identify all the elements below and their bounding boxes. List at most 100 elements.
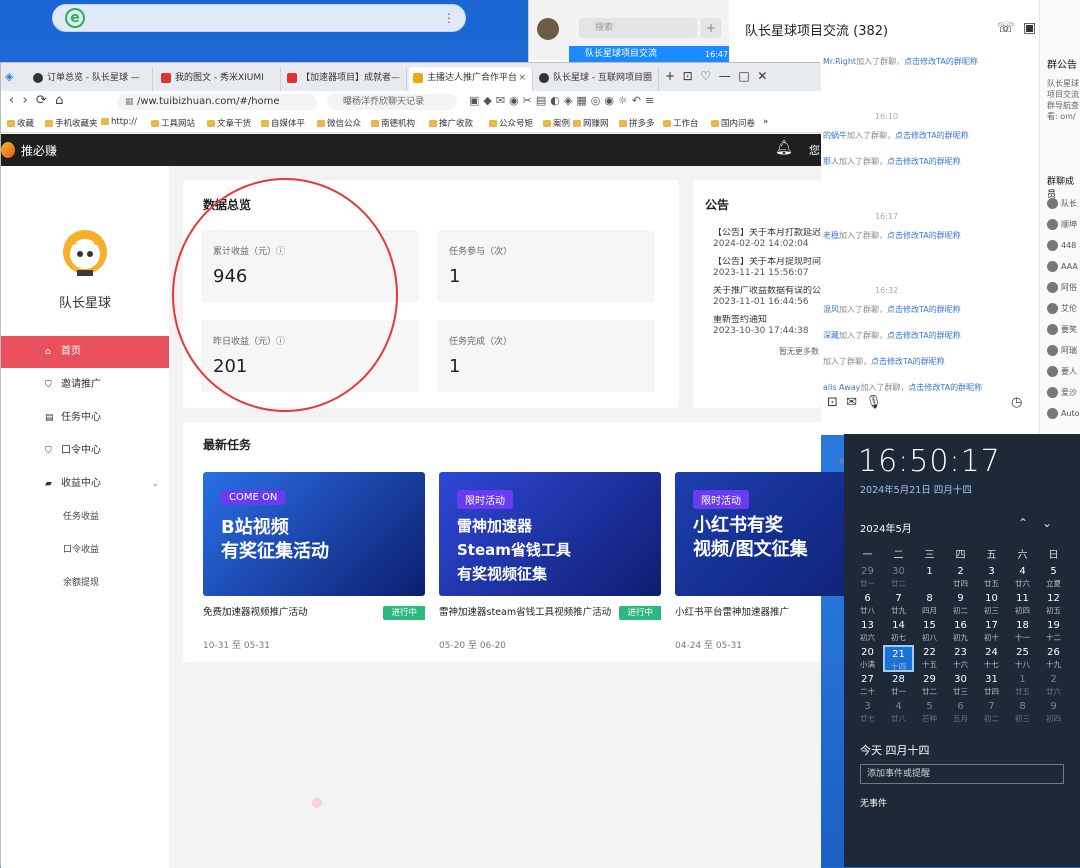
calendar-day[interactable]: 31 廿四 (976, 672, 1007, 699)
url-input[interactable]: ▦/ww.tuibizhuan.com/#/home (117, 94, 317, 110)
member-link[interactable]: 那人 (823, 157, 839, 166)
bookmark-item[interactable]: http:// (101, 117, 137, 127)
member-item[interactable]: 阿瑞 (1047, 345, 1080, 361)
calendar-day[interactable]: 5 立夏 (1038, 564, 1069, 591)
calendar-day[interactable]: 28 廿一 (883, 672, 914, 699)
event-input[interactable]: 添加事件或提醒 (860, 764, 1064, 784)
calendar-day[interactable]: 18 十一 (1007, 618, 1038, 645)
calendar-day[interactable]: 27 二十 (852, 672, 883, 699)
calendar-day[interactable]: 30 廿二 (883, 564, 914, 591)
rename-link[interactable]: 点击修改TA的群昵称 (887, 231, 961, 240)
calendar-day[interactable]: 4 廿八 (883, 699, 914, 726)
calendar-day[interactable]: 7 廿九 (883, 591, 914, 618)
task-name[interactable]: 小红书平台雷神加速器推广 (675, 606, 851, 620)
task-banner[interactable]: 限时活动 雷神加速器 Steam省钱工具 有奖视频征集 (439, 472, 661, 596)
calendar-day[interactable]: 11 初四 (1007, 591, 1038, 618)
bookmarks-more[interactable]: » (763, 117, 768, 127)
notice-item[interactable]: 【公告】关于本月打款延迟 2024-02-02 14:02:04 (713, 228, 821, 250)
member-item[interactable]: 顺坤 (1047, 219, 1080, 235)
bookmark-item[interactable]: 网赚网 (573, 117, 609, 129)
calendar-day[interactable]: 4 廿六 (1007, 564, 1038, 591)
sidebar-item-0[interactable]: ⌂ 首页 (1, 336, 169, 368)
bell-icon[interactable]: 🔔︎ (775, 140, 793, 156)
calendar-day[interactable]: 15 初八 (914, 618, 945, 645)
calendar-day[interactable]: 17 初十 (976, 618, 1007, 645)
nav-buttons[interactable]: ‹ › ⟳ ⌂ (9, 93, 63, 108)
bookmark-item[interactable]: 收藏 (7, 117, 34, 129)
bookmark-item[interactable]: 案例 (543, 117, 570, 129)
member-item[interactable]: AAA (1047, 261, 1080, 277)
calendar-day[interactable]: 1 廿五 (1007, 672, 1038, 699)
calendar-day[interactable]: 16 初九 (945, 618, 976, 645)
member-link[interactable]: 的蜗牛 (823, 131, 847, 140)
chevron-down-icon[interactable]: ⌄ (151, 468, 159, 500)
member-item[interactable]: 阿俗 (1047, 282, 1080, 298)
tab-captain[interactable]: 队长星球 - 互联网项目圈 (535, 67, 659, 91)
member-link[interactable]: 老稳 (823, 231, 839, 240)
member-link[interactable]: 混风 (823, 305, 839, 314)
tab-orders[interactable]: 订单总览 - 队长星球 — (29, 67, 153, 91)
video-icon[interactable]: ▣ (1023, 20, 1036, 36)
task-name[interactable]: 免费加速器视频推广活动 (203, 606, 379, 620)
calendar-day[interactable]: 30 廿三 (945, 672, 976, 699)
task-name[interactable]: 雷神加速器steam省钱工具视频推广活动 (439, 606, 615, 620)
rename-link[interactable]: 点击修改TA的群昵称 (887, 305, 961, 314)
bookmark-item[interactable]: 工作台 (663, 117, 699, 129)
rename-link[interactable]: 点击修改TA的群昵称 (871, 357, 945, 366)
avatar[interactable] (537, 18, 559, 40)
member-item[interactable]: 艾伦 (1047, 303, 1080, 319)
sidebar-item-1[interactable]: ⛉ 邀请推广 (1, 369, 169, 401)
phone-icon[interactable]: ☏ (997, 20, 1015, 36)
bookmark-item[interactable]: 拼多多 (619, 117, 655, 129)
calendar-day[interactable]: 6 五月 (945, 699, 976, 726)
calendar-day[interactable]: 9 初四 (1038, 699, 1069, 726)
submenu-item[interactable]: 余额提现 (1, 567, 169, 599)
bookmark-item[interactable]: 手机收藏夹 (45, 117, 98, 129)
browser-nav-icon[interactable]: ◈ (5, 70, 13, 83)
bookmark-item[interactable]: 自媒体平 (261, 117, 305, 129)
member-link[interactable]: alls Away (823, 383, 860, 392)
calendar-day[interactable]: 5 芒种 (914, 699, 945, 726)
calendar-day[interactable]: 2 廿四 (945, 564, 976, 591)
calendar-day[interactable]: 25 十八 (1007, 645, 1038, 672)
calendar-day[interactable]: 12 初五 (1038, 591, 1069, 618)
rename-link[interactable]: 点击修改TA的群昵称 (887, 157, 961, 166)
calendar-month[interactable]: 2024年5月 (860, 520, 912, 535)
calendar-day[interactable]: 21 十四 (883, 645, 914, 672)
extension-icons[interactable]: ▣◆✉◉✂▤◐◈▦◎◉☼↶≡ (469, 94, 658, 107)
submenu-item[interactable]: 口令收益 (1, 534, 169, 566)
bookmark-item[interactable]: 公众号矩 (489, 117, 533, 129)
bookmark-item[interactable]: 文章干货 (207, 117, 251, 129)
calendar-day[interactable]: 6 廿八 (852, 591, 883, 618)
member-link[interactable]: 深藏 (823, 331, 839, 340)
sidebar-item-3[interactable]: ⛉ 口令中心 (1, 435, 169, 467)
notice-item[interactable]: 重新签约通知 2023-10-30 17:44:38 (713, 315, 821, 337)
member-item[interactable]: 要笑 (1047, 324, 1080, 340)
calendar-day[interactable]: 1 (914, 564, 945, 591)
member-item[interactable]: 要人 (1047, 366, 1080, 382)
calendar-day[interactable]: 9 初二 (945, 591, 976, 618)
calendar-day[interactable]: 13 初六 (852, 618, 883, 645)
member-item[interactable]: 队长 (1047, 198, 1080, 214)
sidebar-item-4[interactable]: ▰ 收益中心 ⌄ (1, 468, 169, 500)
browser-search-input[interactable]: 曝杨洋乔欣聊天记录 (327, 94, 457, 110)
submenu-item[interactable]: 任务收益 (1, 501, 169, 533)
task-card[interactable]: 限时活动 雷神加速器 Steam省钱工具 有奖视频征集雷神加速器steam省钱工具… (439, 472, 661, 662)
calendar-day[interactable]: 7 初二 (976, 699, 1007, 726)
tab-accelerator[interactable]: 【加速器项目】成就者— (283, 67, 407, 91)
more-icon[interactable]: ⋮ (443, 11, 455, 25)
rename-link[interactable]: 点击修改TA的群昵称 (904, 57, 978, 66)
member-link[interactable]: 航宝 (823, 457, 839, 466)
calendar-day[interactable]: 10 初三 (976, 591, 1007, 618)
month-nav[interactable]: ⌃⌄ (1018, 516, 1066, 530)
calendar-day[interactable]: 8 四月 (914, 591, 945, 618)
add-icon[interactable]: + (701, 18, 721, 38)
calendar-day[interactable]: 3 廿五 (976, 564, 1007, 591)
bookmark-item[interactable]: 推广收款 (429, 117, 473, 129)
member-item[interactable]: 爱沙 (1047, 387, 1080, 403)
notice-item[interactable]: 【公告】关于本月提现时间 2023-11-21 15:56:07 (713, 257, 821, 279)
calendar-day[interactable]: 14 初七 (883, 618, 914, 645)
user-menu[interactable]: 您 (809, 142, 820, 158)
desktop-search-bar[interactable]: e ⋮ (52, 4, 466, 32)
calendar-day[interactable]: 8 初三 (1007, 699, 1038, 726)
